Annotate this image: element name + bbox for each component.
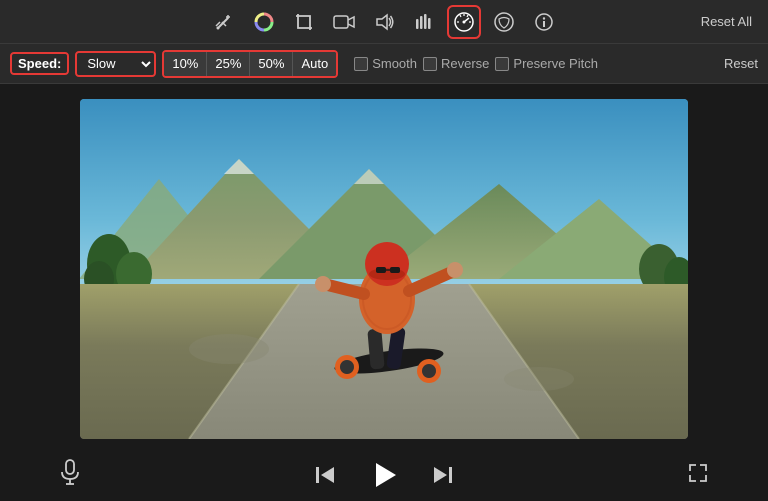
crop-icon[interactable] [287, 5, 321, 39]
speed-preset-25[interactable]: 25% [207, 52, 250, 76]
video-frame[interactable] [80, 99, 688, 439]
magic-wand-icon[interactable] [207, 5, 241, 39]
playback-bar [0, 449, 768, 501]
microphone-button[interactable] [60, 459, 80, 491]
smooth-option: Smooth [354, 56, 417, 71]
color-wheel-icon[interactable] [247, 5, 281, 39]
reset-all-button[interactable]: Reset All [701, 14, 752, 29]
preserve-pitch-checkbox[interactable] [495, 57, 509, 71]
play-button[interactable] [366, 457, 402, 493]
play-triangle-icon [376, 463, 396, 487]
reverse-label-text: Reverse [441, 56, 489, 71]
mask-icon[interactable] [487, 5, 521, 39]
reverse-checkbox[interactable] [423, 57, 437, 71]
skip-back-button[interactable] [314, 464, 336, 486]
skip-forward-button[interactable] [432, 464, 454, 486]
speed-label: Speed: [10, 52, 69, 75]
smooth-label-text: Smooth [372, 56, 417, 71]
speed-dropdown[interactable]: Slow Normal Fast Custom [75, 51, 156, 77]
speed-preset-10[interactable]: 10% [164, 52, 207, 76]
preserve-pitch-option: Preserve Pitch [495, 56, 598, 71]
speed-icon[interactable] [447, 5, 481, 39]
camera-icon[interactable] [327, 5, 361, 39]
equalizer-icon[interactable] [407, 5, 441, 39]
speed-preset-auto[interactable]: Auto [293, 52, 336, 76]
audio-icon[interactable] [367, 5, 401, 39]
video-scene [80, 99, 688, 439]
video-area [0, 84, 768, 449]
preserve-pitch-label-text: Preserve Pitch [513, 56, 598, 71]
reverse-option: Reverse [423, 56, 489, 71]
smooth-checkbox[interactable] [354, 57, 368, 71]
speed-presets-group: 10% 25% 50% Auto [162, 50, 338, 78]
speed-controls-bar: Speed: Slow Normal Fast Custom 10% 25% 5… [0, 44, 768, 84]
info-icon[interactable] [527, 5, 561, 39]
speed-reset-button[interactable]: Reset [724, 56, 758, 71]
fullscreen-button[interactable] [688, 463, 708, 488]
top-toolbar: Reset All [0, 0, 768, 44]
speed-preset-50[interactable]: 50% [250, 52, 293, 76]
